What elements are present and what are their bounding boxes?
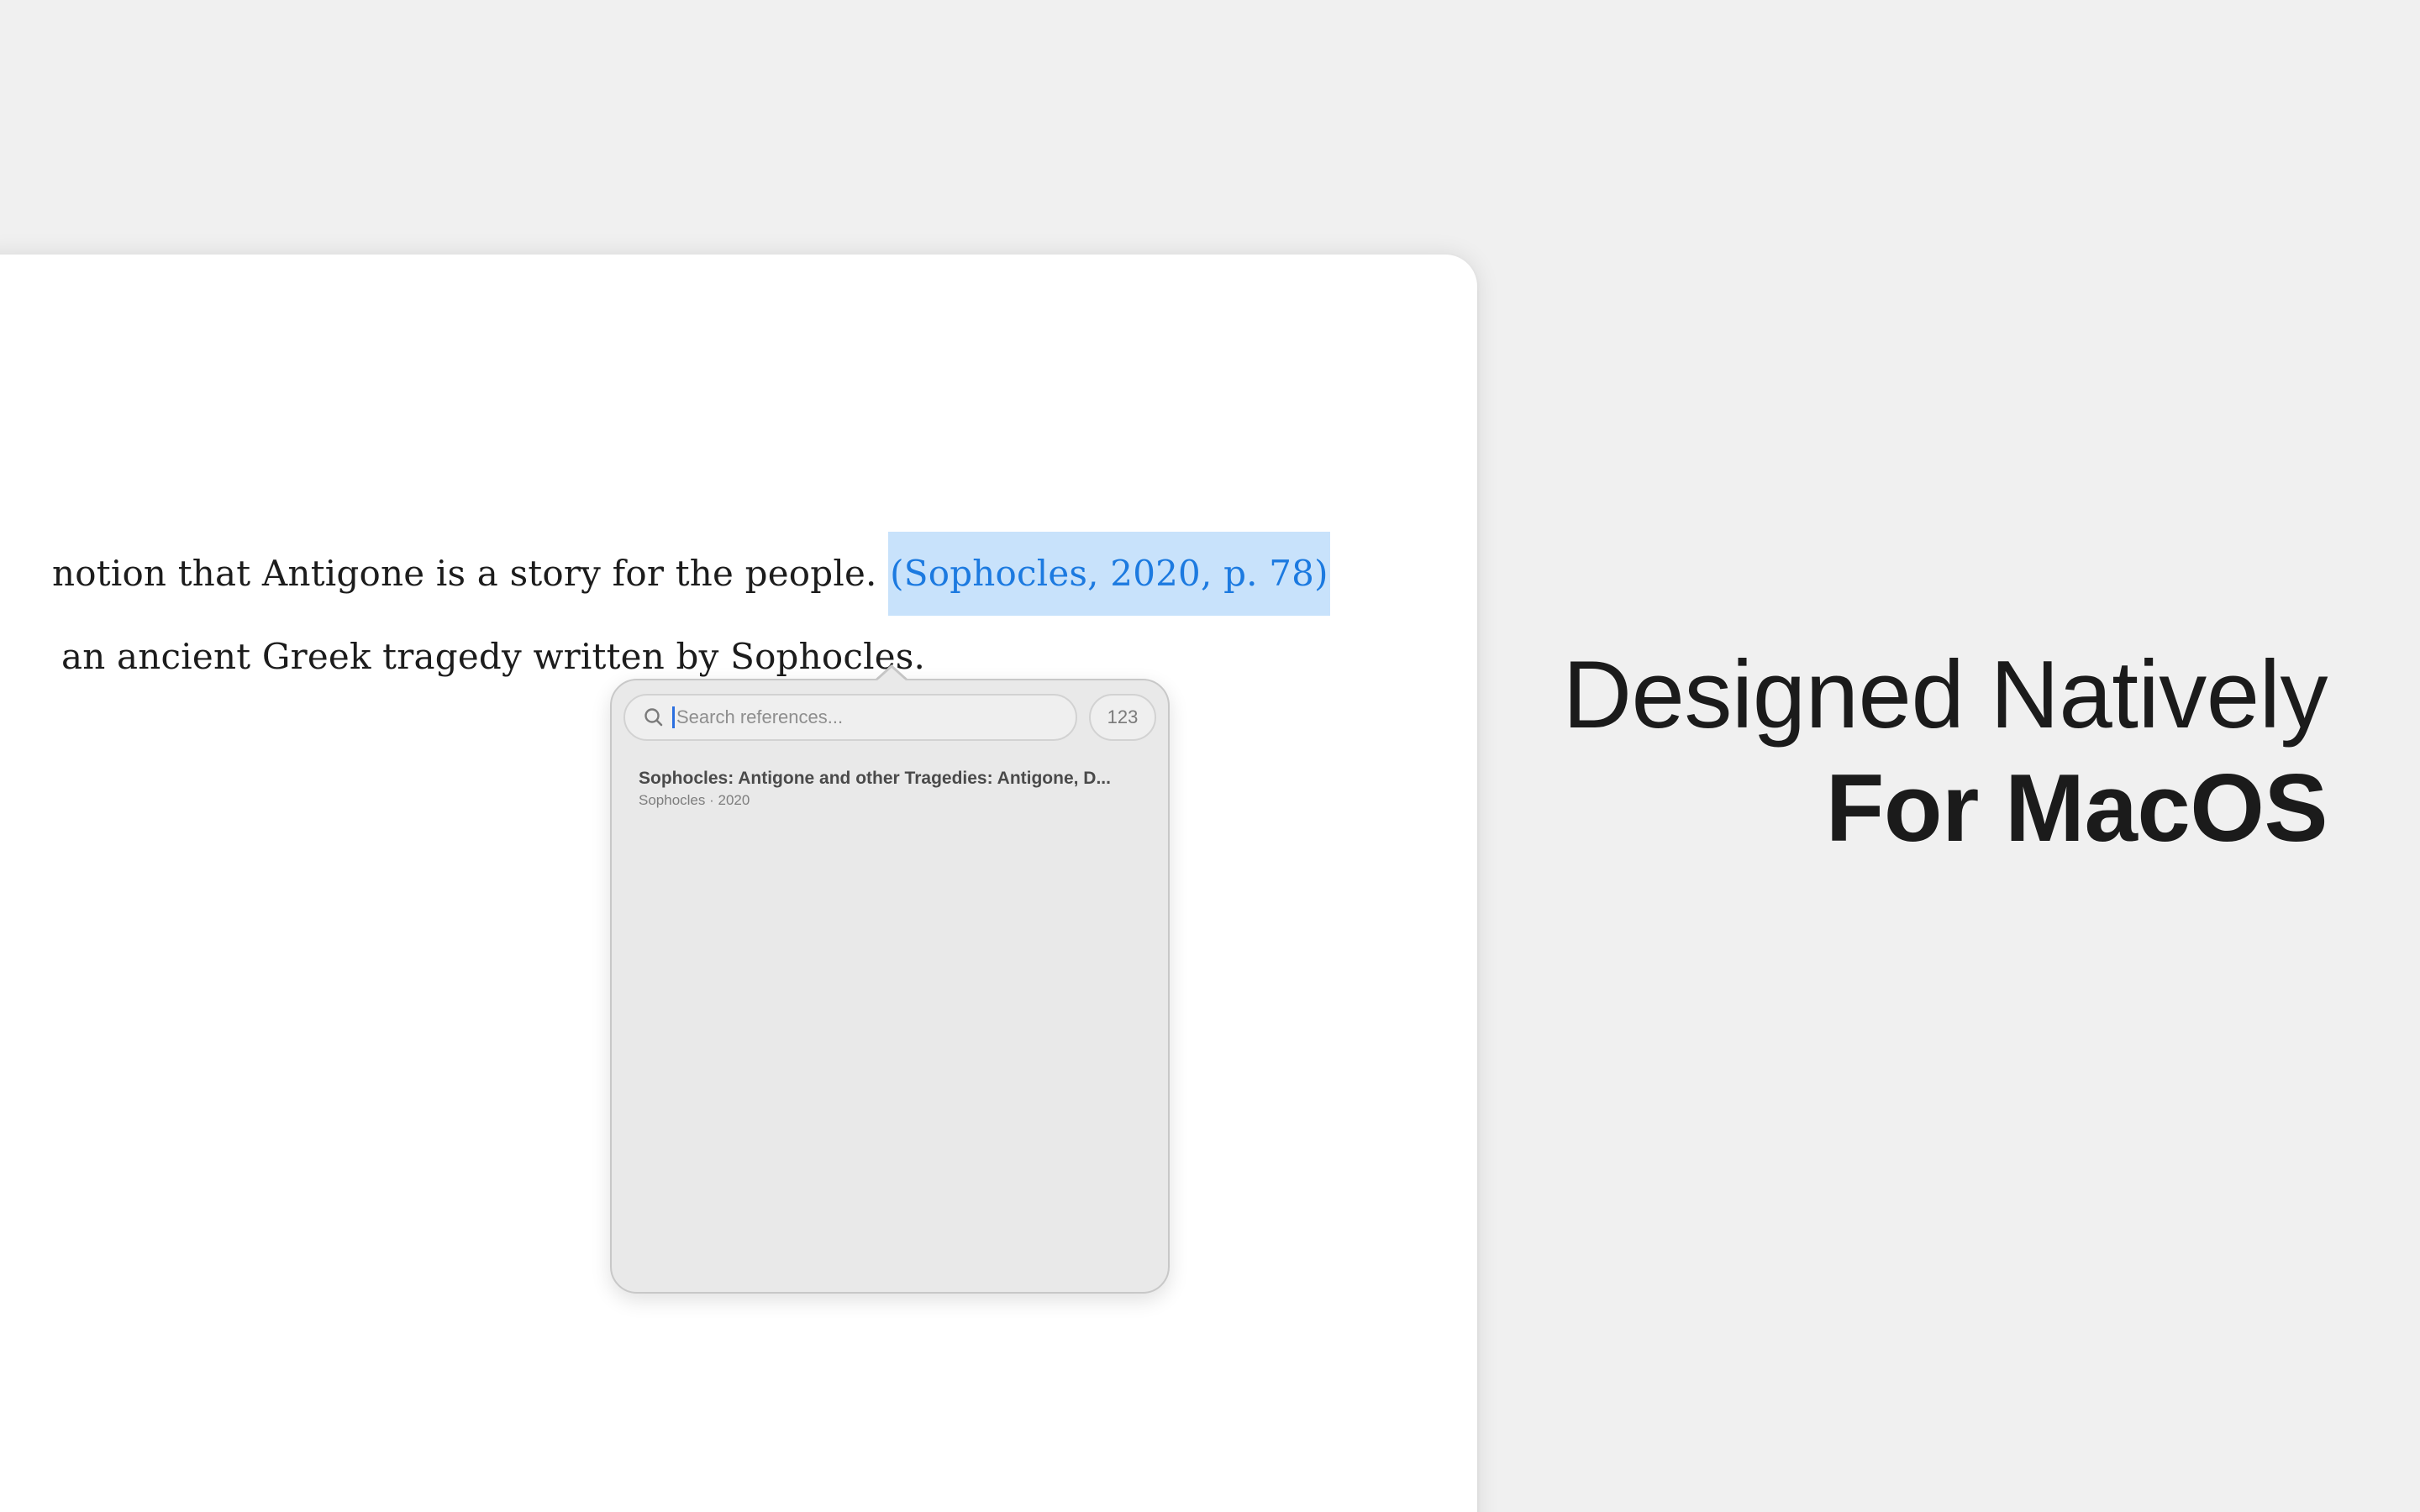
document-text: notion that Antigone is a story for the … (52, 553, 889, 594)
search-input[interactable] (676, 706, 1046, 728)
document-line-1: notion that Antigone is a story for the … (52, 532, 1330, 616)
reference-meta: Sophocles · 2020 (639, 792, 750, 808)
citation-selected[interactable]: (Sophocles, 2020, p. 78) (888, 532, 1330, 616)
popover-arrow-fill (876, 668, 907, 681)
reference-result-item[interactable]: Sophocles: Antigone and other Tragedies:… (639, 766, 1143, 810)
reference-title: Sophocles: Antigone and other Tragedies:… (639, 769, 1111, 788)
search-field[interactable] (623, 694, 1077, 741)
tagline-line-2: For MacOS (1825, 755, 2328, 862)
reference-count-button[interactable]: 123 (1089, 694, 1156, 741)
marketing-tagline: Designed Natively For MacOS (1563, 638, 2328, 865)
search-icon (642, 706, 666, 729)
tagline-line-1: Designed Natively (1562, 642, 2328, 748)
screen: notion that Antigone is a story for the … (0, 0, 2420, 1512)
reference-popover: 123 Sophocles: Antigone and other Traged… (610, 679, 1170, 1294)
text-caret (672, 706, 675, 728)
